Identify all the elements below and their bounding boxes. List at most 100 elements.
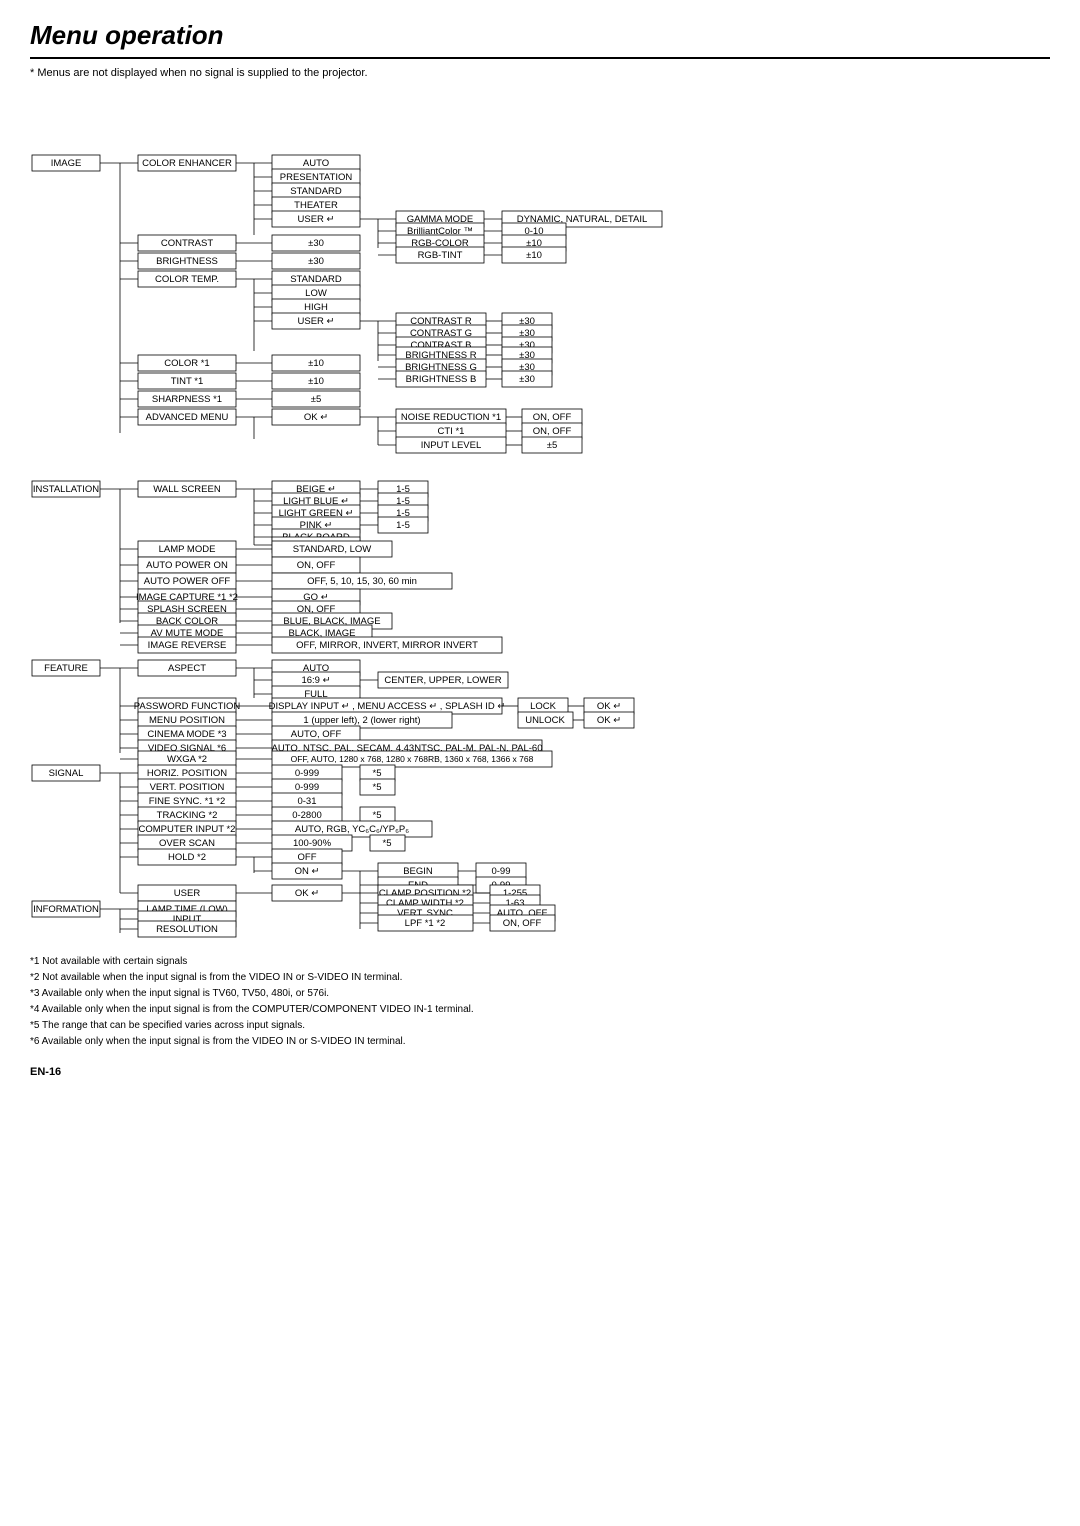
svg-text:OFF, MIRROR, INVERT, MIRROR IN: OFF, MIRROR, INVERT, MIRROR INVERT: [296, 640, 478, 651]
svg-text:LOW: LOW: [305, 288, 327, 299]
svg-text:RESOLUTION: RESOLUTION: [156, 924, 218, 935]
svg-text:OK ↵: OK ↵: [597, 715, 621, 726]
svg-text:WXGA *2: WXGA *2: [167, 754, 207, 765]
svg-text:DISPLAY INPUT ↵ , MENU ACCESS: DISPLAY INPUT ↵ , MENU ACCESS ↵ , SPLASH…: [269, 701, 506, 712]
svg-text:USER: USER: [174, 888, 201, 899]
svg-text:USER ↵: USER ↵: [298, 316, 335, 327]
page-number: EN-16: [30, 1066, 1050, 1078]
svg-text:±5: ±5: [547, 440, 558, 451]
footnote-6: *6 Available only when the input signal …: [30, 1034, 1050, 1050]
svg-text:OFF: OFF: [298, 852, 317, 863]
svg-text:CINEMA MODE *3: CINEMA MODE *3: [147, 729, 226, 740]
svg-text:*5: *5: [373, 810, 382, 821]
svg-text:USER ↵: USER ↵: [298, 214, 335, 225]
svg-text:HOLD *2: HOLD *2: [168, 852, 206, 863]
svg-text:16:9 ↵: 16:9 ↵: [301, 675, 330, 686]
svg-text:INSTALLATION: INSTALLATION: [33, 484, 99, 495]
svg-text:BRIGHTNESS B: BRIGHTNESS B: [406, 374, 477, 385]
svg-text:TINT *1: TINT *1: [171, 376, 204, 387]
svg-text:STANDARD, LOW: STANDARD, LOW: [293, 544, 372, 555]
svg-text:HORIZ. POSITION: HORIZ. POSITION: [147, 768, 227, 779]
svg-text:FINE SYNC. *1 *2: FINE SYNC. *1 *2: [149, 796, 226, 807]
svg-text:ASPECT: ASPECT: [168, 663, 206, 674]
svg-text:±10: ±10: [308, 358, 324, 369]
svg-text:COLOR TEMP.: COLOR TEMP.: [155, 274, 219, 285]
svg-text:OK ↵: OK ↵: [304, 412, 328, 423]
svg-text:ON, OFF: ON, OFF: [533, 412, 572, 423]
svg-text:MENU POSITION: MENU POSITION: [149, 715, 225, 726]
footnote-3: *3 Available only when the input signal …: [30, 986, 1050, 1002]
svg-text:ON, OFF: ON, OFF: [533, 426, 572, 437]
svg-text:PASSWORD FUNCTION: PASSWORD FUNCTION: [134, 701, 241, 712]
svg-text:WALL SCREEN: WALL SCREEN: [153, 484, 221, 495]
svg-text:AUTO POWER OFF: AUTO POWER OFF: [144, 576, 231, 587]
svg-text:1-5: 1-5: [396, 520, 410, 531]
page-subtitle: * Menus are not displayed when no signal…: [30, 67, 1050, 79]
footnote-4: *4 Available only when the input signal …: [30, 1002, 1050, 1018]
footnote-1: *1 Not available with certain signals: [30, 954, 1050, 970]
svg-text:ON, OFF: ON, OFF: [503, 918, 542, 929]
svg-text:LAMP MODE: LAMP MODE: [159, 544, 216, 555]
svg-text:OVER SCAN: OVER SCAN: [159, 838, 215, 849]
svg-text:±5: ±5: [311, 394, 322, 405]
svg-text:COLOR *1: COLOR *1: [164, 358, 209, 369]
svg-text:ON, OFF: ON, OFF: [297, 560, 336, 571]
svg-text:OK ↵: OK ↵: [295, 888, 319, 899]
svg-text:COMPUTER INPUT *2: COMPUTER INPUT *2: [139, 824, 236, 835]
svg-text:±30: ±30: [308, 256, 324, 267]
svg-text:RGB-TINT: RGB-TINT: [418, 250, 463, 261]
svg-text:COLOR ENHANCER: COLOR ENHANCER: [142, 158, 232, 169]
svg-text:AUTO POWER ON: AUTO POWER ON: [146, 560, 228, 571]
svg-text:CTI *1: CTI *1: [438, 426, 465, 437]
svg-text:OFF, AUTO, 1280 x 768, 1280 x: OFF, AUTO, 1280 x 768, 1280 x 768RB, 136…: [291, 754, 534, 764]
svg-text:ON ↵: ON ↵: [295, 866, 320, 877]
svg-text:STANDARD: STANDARD: [290, 186, 342, 197]
svg-text:*5: *5: [373, 768, 382, 779]
svg-text:TRACKING *2: TRACKING *2: [157, 810, 218, 821]
svg-text:±10: ±10: [526, 250, 542, 261]
svg-text:0-99: 0-99: [491, 866, 510, 877]
svg-text:PRESENTATION: PRESENTATION: [280, 172, 353, 183]
footnotes: *1 Not available with certain signals *2…: [30, 954, 1050, 1050]
svg-text:LPF *1 *2: LPF *1 *2: [405, 918, 446, 929]
svg-text:AUTO, RGB, YC₆C₆/YP₆P₆: AUTO, RGB, YC₆C₆/YP₆P₆: [295, 824, 409, 835]
svg-text:HIGH: HIGH: [304, 302, 328, 313]
svg-text:ADVANCED MENU: ADVANCED MENU: [146, 412, 229, 423]
svg-text:IMAGE: IMAGE: [51, 158, 82, 169]
svg-text:100-90%: 100-90%: [293, 838, 332, 849]
svg-text:FEATURE: FEATURE: [44, 663, 88, 674]
svg-text:BEGIN: BEGIN: [403, 866, 433, 877]
svg-text:1 (upper left), 2 (lower right: 1 (upper left), 2 (lower right): [303, 715, 420, 726]
svg-text:0-2800: 0-2800: [292, 810, 322, 821]
svg-text:0-999: 0-999: [295, 782, 319, 793]
page-title: Menu operation: [30, 20, 1050, 59]
svg-text:INPUT LEVEL: INPUT LEVEL: [421, 440, 482, 451]
svg-text:CENTER, UPPER, LOWER: CENTER, UPPER, LOWER: [384, 675, 501, 686]
svg-text:BRIGHTNESS: BRIGHTNESS: [156, 256, 218, 267]
svg-text:OFF, 5, 10, 15, 30, 60 min: OFF, 5, 10, 15, 30, 60 min: [307, 576, 417, 587]
svg-text:0-999: 0-999: [295, 768, 319, 779]
svg-text:*5: *5: [383, 838, 392, 849]
svg-text:±10: ±10: [308, 376, 324, 387]
svg-text:OK ↵: OK ↵: [597, 701, 621, 712]
svg-text:±30: ±30: [519, 374, 535, 385]
svg-text:CONTRAST: CONTRAST: [161, 238, 213, 249]
footnote-2: *2 Not available when the input signal i…: [30, 970, 1050, 986]
svg-text:*5: *5: [373, 782, 382, 793]
svg-text:NOISE REDUCTION *1: NOISE REDUCTION *1: [401, 412, 501, 423]
svg-text:SIGNAL: SIGNAL: [49, 768, 84, 779]
svg-text:0-31: 0-31: [297, 796, 316, 807]
svg-text:UNLOCK: UNLOCK: [525, 715, 565, 726]
svg-text:VERT. POSITION: VERT. POSITION: [150, 782, 225, 793]
menu-diagram: text { font-family: Arial, sans-serif; f…: [30, 93, 1050, 933]
svg-text:AUTO, OFF: AUTO, OFF: [291, 729, 342, 740]
svg-text:AUTO: AUTO: [303, 158, 329, 169]
svg-text:LOCK: LOCK: [530, 701, 557, 712]
svg-text:INFORMATION: INFORMATION: [33, 904, 99, 915]
svg-text:SHARPNESS *1: SHARPNESS *1: [152, 394, 222, 405]
svg-text:STANDARD: STANDARD: [290, 274, 342, 285]
footnote-5: *5 The range that can be specified varie…: [30, 1018, 1050, 1034]
svg-text:IMAGE REVERSE: IMAGE REVERSE: [148, 640, 227, 651]
svg-text:±30: ±30: [308, 238, 324, 249]
svg-text:THEATER: THEATER: [294, 200, 338, 211]
